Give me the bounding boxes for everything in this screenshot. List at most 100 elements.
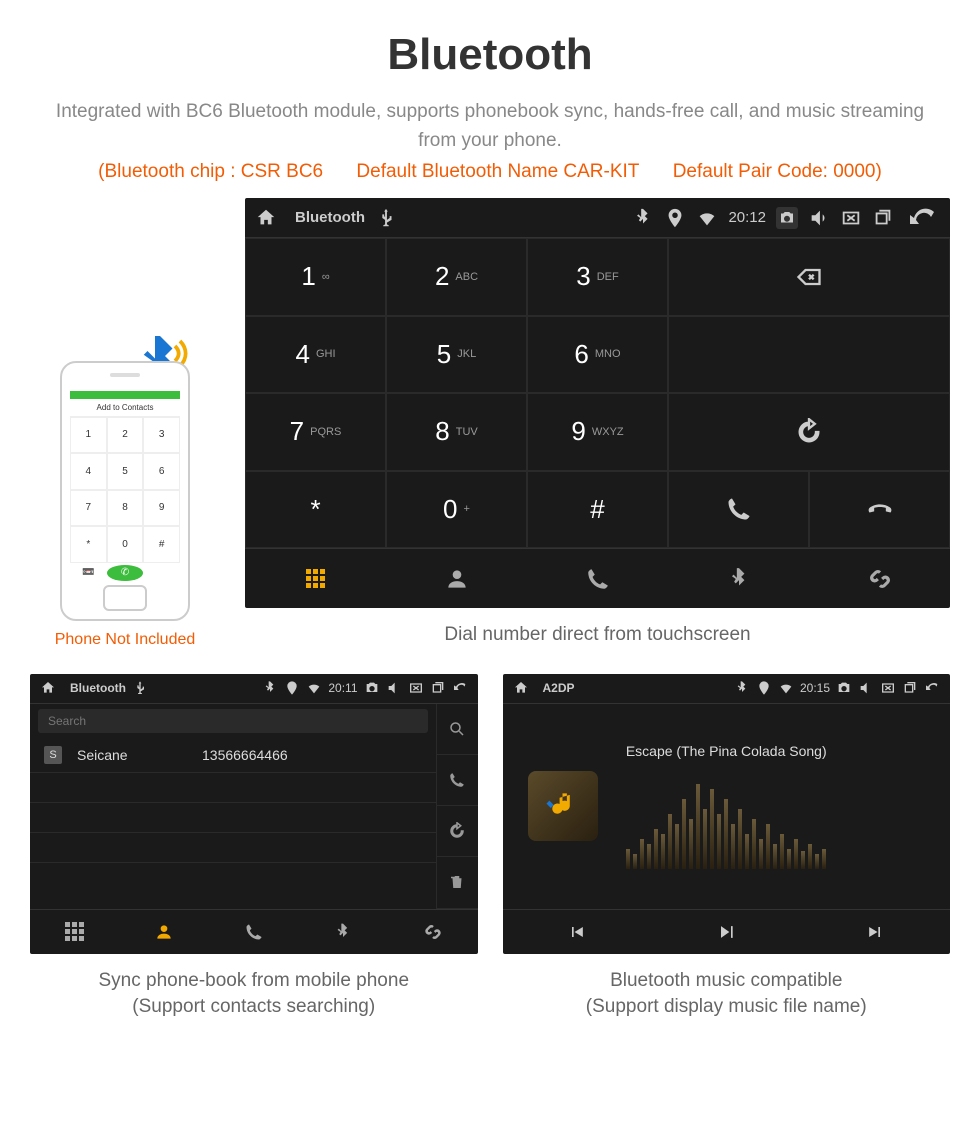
screenshot-icon[interactable]	[776, 207, 798, 229]
nav-calls[interactable]	[527, 549, 668, 608]
volume-icon[interactable]	[386, 680, 402, 696]
spec-chip: (Bluetooth chip : CSR BC6	[98, 161, 323, 182]
side-sync-icon[interactable]	[436, 806, 478, 857]
album-art-icon	[528, 771, 598, 841]
dial-key-6[interactable]: 6MNO	[527, 316, 668, 394]
bottom-nav	[245, 548, 950, 608]
volume-icon[interactable]	[808, 207, 830, 229]
phone-key: 8	[107, 490, 144, 527]
status-time: 20:15	[800, 681, 830, 695]
phone-key: 0	[107, 526, 144, 563]
bluetooth-icon	[734, 680, 750, 696]
usb-icon	[375, 207, 397, 229]
dial-key-4[interactable]: 4GHI	[245, 316, 386, 394]
close-app-icon[interactable]	[840, 207, 862, 229]
dial-key-2[interactable]: 2ABC	[386, 238, 527, 316]
contact-row[interactable]: S Seicane 13566664466	[30, 738, 436, 773]
contact-number: 13566664466	[202, 747, 288, 763]
search-input[interactable]	[38, 709, 428, 733]
side-delete-icon[interactable]	[436, 857, 478, 908]
side-search-icon[interactable]	[436, 704, 478, 755]
nav-dialpad[interactable]	[30, 910, 120, 954]
status-title: A2DP	[543, 681, 575, 695]
dialer-caption: Dial number direct from touchscreen	[245, 622, 950, 649]
nav-contacts[interactable]	[120, 910, 210, 954]
phone-key: 4	[70, 453, 107, 490]
location-icon	[664, 207, 686, 229]
nav-bluetooth[interactable]	[299, 910, 389, 954]
contact-name: Seicane	[77, 747, 187, 763]
recent-apps-icon[interactable]	[902, 680, 918, 696]
phone-column: Add to Contacts 123456789*0# 📼✆ Phone No…	[30, 361, 220, 649]
back-icon[interactable]	[904, 207, 940, 229]
nav-bluetooth[interactable]	[668, 549, 809, 608]
dial-key-9[interactable]: 9WXYZ	[527, 393, 668, 471]
phone-key: #	[143, 526, 180, 563]
phone-key: 2	[107, 417, 144, 454]
back-icon[interactable]	[924, 680, 940, 696]
dial-key-1[interactable]: 1∞	[245, 238, 386, 316]
phone-call-button: ✆	[107, 565, 144, 581]
dial-key-7[interactable]: 7PQRS	[245, 393, 386, 471]
phone-key: *	[70, 526, 107, 563]
music-screen: A2DP 20:15 Escape (The Pina Colada Song)	[503, 674, 951, 954]
phone-key: 9	[143, 490, 180, 527]
close-app-icon[interactable]	[408, 680, 424, 696]
contact-badge: S	[44, 746, 62, 764]
nav-calls[interactable]	[209, 910, 299, 954]
usb-icon	[132, 680, 148, 696]
next-track-button[interactable]	[801, 910, 950, 954]
phone-key: 6	[143, 453, 180, 490]
phone-add-contacts: Add to Contacts	[70, 399, 180, 417]
location-icon	[284, 680, 300, 696]
nav-dialpad[interactable]	[245, 549, 386, 608]
bluetooth-icon	[632, 207, 654, 229]
home-icon[interactable]	[513, 680, 529, 696]
phone-keypad: 123456789 *0#	[70, 417, 180, 563]
phone-key: 3	[143, 417, 180, 454]
nav-contacts[interactable]	[386, 549, 527, 608]
dialer-screen: Bluetooth 20:12 1∞2ABC3DEF 4GHI5JKL6MNO 7P…	[245, 198, 950, 608]
side-call-icon[interactable]	[436, 755, 478, 806]
song-title: Escape (The Pina Colada Song)	[626, 743, 827, 759]
call-button[interactable]	[668, 471, 809, 549]
status-title: Bluetooth	[295, 209, 365, 226]
phone-key: 5	[107, 453, 144, 490]
contacts-caption: Sync phone-book from mobile phone(Suppor…	[30, 968, 478, 1021]
contacts-screen: Bluetooth 20:11 SSeicane1356666446	[30, 674, 478, 954]
screenshot-icon[interactable]	[836, 680, 852, 696]
dial-key-5[interactable]: 5JKL	[386, 316, 527, 394]
status-time: 20:11	[328, 681, 357, 695]
hangup-button[interactable]	[809, 471, 950, 549]
phone-key: 1	[70, 417, 107, 454]
nav-pair[interactable]	[809, 549, 950, 608]
redial-button[interactable]	[668, 393, 950, 471]
play-pause-button[interactable]	[652, 910, 801, 954]
close-app-icon[interactable]	[880, 680, 896, 696]
wifi-icon	[778, 680, 794, 696]
recent-apps-icon[interactable]	[430, 680, 446, 696]
spec-name: Default Bluetooth Name CAR-KIT	[356, 161, 639, 182]
specs-line: (Bluetooth chip : CSR BC6 Default Blueto…	[0, 161, 980, 183]
back-icon[interactable]	[452, 680, 468, 696]
dial-key-0[interactable]: 0+	[386, 471, 527, 549]
status-bar: Bluetooth 20:12	[245, 198, 950, 238]
phone-key: 7	[70, 490, 107, 527]
nav-pair[interactable]	[388, 910, 478, 954]
prev-track-button[interactable]	[503, 910, 652, 954]
dial-key-8[interactable]: 8TUV	[386, 393, 527, 471]
recent-apps-icon[interactable]	[872, 207, 894, 229]
volume-icon[interactable]	[858, 680, 874, 696]
page-title: Bluetooth	[0, 30, 980, 80]
home-icon[interactable]	[255, 207, 277, 229]
dial-key-*[interactable]: *	[245, 471, 386, 549]
screenshot-icon[interactable]	[364, 680, 380, 696]
dial-key-3[interactable]: 3DEF	[527, 238, 668, 316]
equalizer-viz	[626, 779, 826, 869]
home-icon[interactable]	[40, 680, 56, 696]
status-time: 20:12	[728, 209, 766, 226]
phone-mockup: Add to Contacts 123456789*0# 📼✆	[60, 361, 190, 621]
dial-key-#[interactable]: #	[527, 471, 668, 549]
subtitle: Integrated with BC6 Bluetooth module, su…	[40, 98, 940, 155]
backspace-button[interactable]	[668, 238, 950, 316]
